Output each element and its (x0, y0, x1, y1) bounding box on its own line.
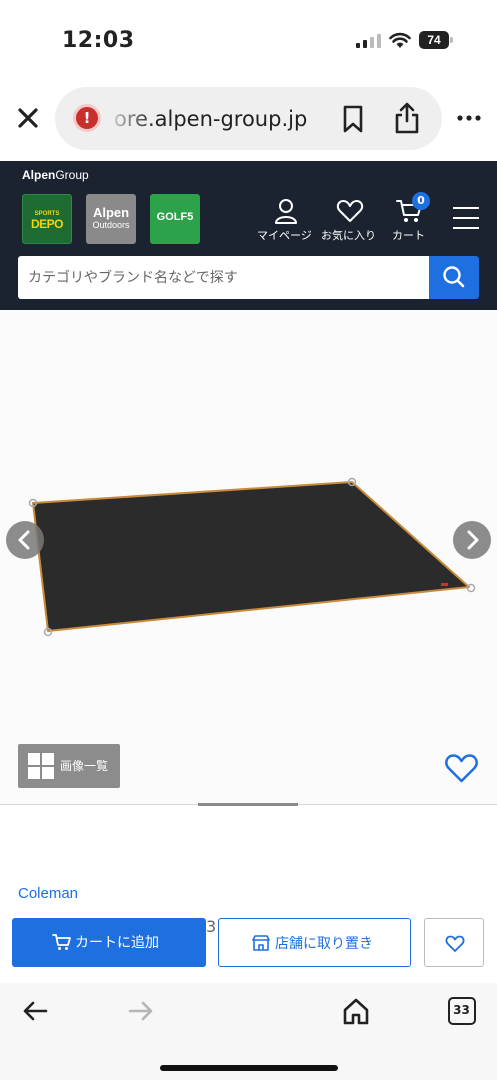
brand-link-sports-depo[interactable]: SPORTS DEPO (22, 194, 72, 244)
wifi-icon (389, 32, 411, 48)
user-icon[interactable] (272, 198, 300, 224)
store-pickup-label: 店舗に取り置き (275, 936, 373, 952)
store-pickup-button[interactable]: 店舗に取り置き (218, 918, 411, 967)
image-list-label: 画像一覧 (60, 759, 109, 773)
status-time: 12:03 (62, 28, 135, 53)
brand-link-alpen-outdoors[interactable]: Alpen Outdoors (86, 194, 136, 244)
next-image-button[interactable] (453, 521, 491, 559)
heart-icon (445, 935, 465, 952)
search-icon (443, 266, 465, 288)
favorite-heart-icon[interactable] (444, 752, 479, 784)
chevron-right-icon (467, 530, 479, 550)
cellular-signal-icon (356, 34, 381, 48)
partially-hidden-text: 3 (206, 917, 217, 936)
store-icon (252, 935, 270, 951)
alpen-group-logo[interactable]: AlpenGroup (22, 168, 89, 182)
url-text[interactable]: ore.alpen-group.jp (114, 105, 334, 133)
tab-count: 33 (453, 1003, 470, 1017)
tabs-button[interactable]: 33 (448, 997, 476, 1025)
home-indicator (160, 1065, 338, 1071)
bookmark-icon[interactable] (340, 104, 366, 134)
cart-link[interactable]: カート (392, 227, 425, 243)
brand-link-golf5[interactable]: GOLF5 (150, 194, 200, 244)
close-icon[interactable] (14, 104, 42, 132)
search-input[interactable] (18, 256, 429, 299)
chevron-left-icon (18, 530, 30, 550)
favorites-link[interactable]: お気に入り (321, 227, 376, 243)
add-to-cart-label: カートに追加 (75, 935, 159, 951)
search-button[interactable] (429, 256, 479, 299)
product-brand-link[interactable]: Coleman (18, 885, 78, 902)
home-icon[interactable] (342, 997, 370, 1025)
hamburger-menu-icon[interactable] (453, 207, 479, 231)
forward-arrow-icon[interactable] (128, 1000, 154, 1022)
grid-icon (28, 753, 54, 779)
image-list-button[interactable]: 画像一覧 (18, 744, 120, 788)
add-to-cart-button[interactable]: カートに追加 (12, 918, 206, 967)
battery-icon: 74 (419, 31, 453, 49)
product-image-ground-mat (28, 477, 476, 637)
carousel-indicator (198, 803, 298, 806)
heart-icon[interactable] (336, 198, 364, 224)
cart-count-badge: 0 (412, 192, 430, 210)
cart-icon (52, 934, 71, 950)
add-favorite-button[interactable] (424, 918, 484, 967)
previous-image-button[interactable] (6, 521, 44, 559)
share-icon[interactable] (393, 101, 421, 135)
status-bar: 12:03 74 (0, 0, 497, 80)
back-arrow-icon[interactable] (22, 1000, 48, 1022)
more-options-icon[interactable] (456, 110, 482, 126)
site-warning-icon[interactable]: ! (73, 104, 101, 132)
battery-level: 74 (427, 33, 441, 47)
mypage-link[interactable]: マイページ (257, 227, 312, 243)
